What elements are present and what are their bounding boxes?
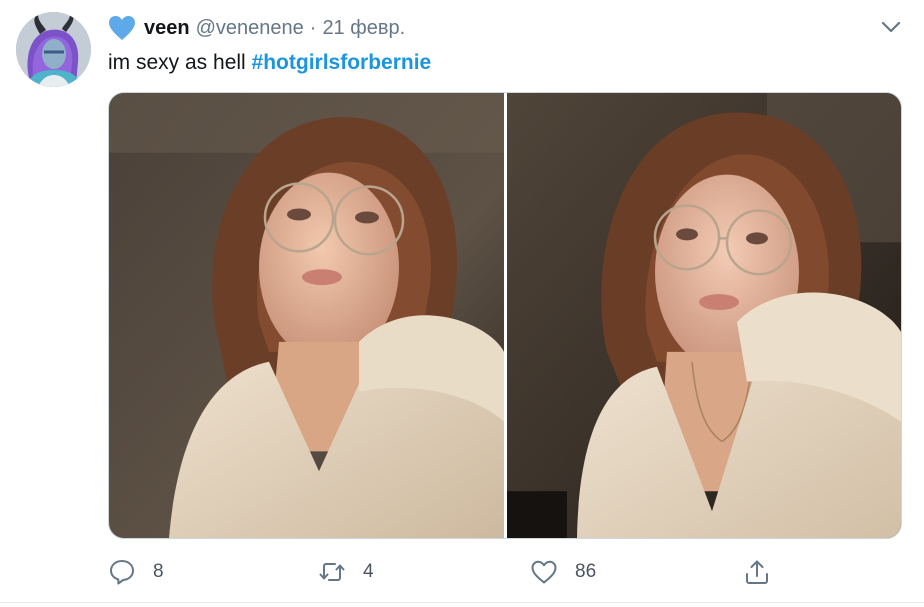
share-button[interactable] [743,556,771,588]
hashtag-link[interactable]: #hotgirlsforbernie [252,51,432,74]
tweet-text: im sexy as hell #hotgirlsforbernie [108,49,431,77]
chevron-down-icon[interactable] [880,16,902,38]
display-name[interactable]: veen [144,17,190,40]
divider [0,602,924,603]
selfie-photo [109,93,504,538]
user-handle[interactable]: @venenene [196,17,304,40]
like-count: 86 [575,561,597,582]
tweet-date[interactable]: 21 февр. [322,17,405,40]
photo-2[interactable] [507,93,901,538]
media-grid [108,92,902,539]
reply-icon [110,560,134,585]
tweet-actions: 8 4 86 [108,556,902,590]
reply-button[interactable]: 8 [108,556,164,588]
avatar-image [16,12,91,87]
photo-1[interactable] [109,93,504,538]
retweet-count: 4 [363,561,374,582]
tweet-header: veen @venenene · 21 февр. [108,14,405,42]
separator-dot: · [309,16,317,39]
retweet-icon [319,563,345,581]
avatar[interactable] [16,12,91,87]
reply-count: 8 [153,561,164,582]
tweet: veen @venenene · 21 февр. im sexy as hel… [0,0,924,607]
tweet-body: im sexy as hell [108,51,252,74]
like-button[interactable]: 86 [530,556,596,588]
selfie-photo [507,93,901,538]
retweet-button[interactable]: 4 [318,556,374,588]
blue-heart-icon [108,15,136,41]
share-icon [746,560,768,584]
heart-icon [531,560,557,584]
